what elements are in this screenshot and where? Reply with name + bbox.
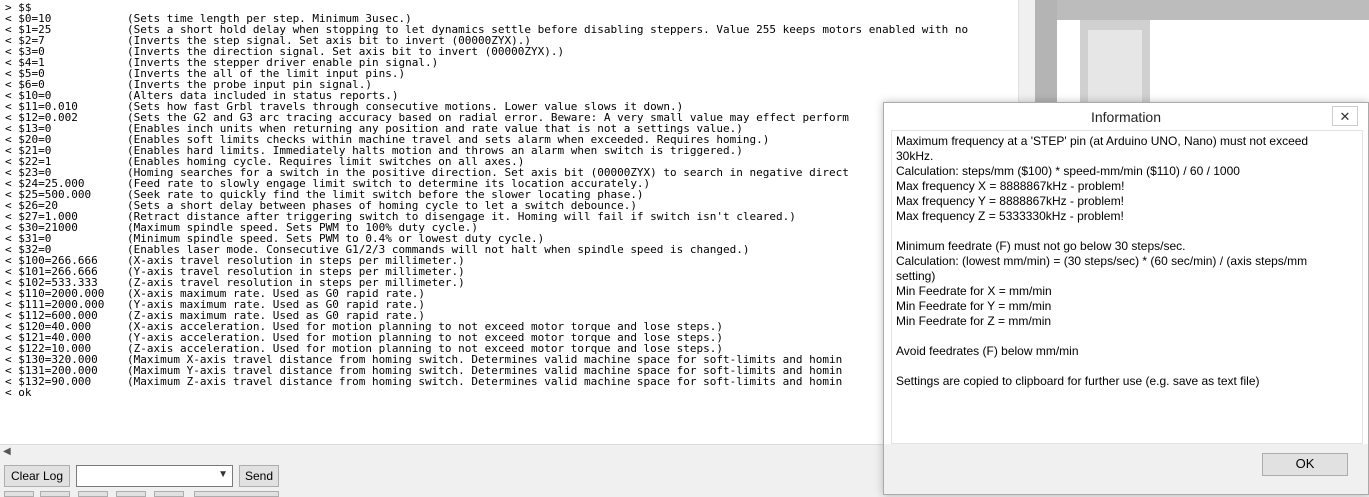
console-line: < $132=90.000 (Maximum Z-axis travel dist… [5,376,968,387]
command-bar: Clear Log ▼ Send [0,458,1035,497]
dialog-line: Max frequency Z = 5333330kHz - problem! [896,209,1124,223]
dialog-title: Information [1090,109,1162,125]
console-log[interactable]: > $$ < $0=10 (Sets time length per step. M… [0,0,1019,444]
information-dialog: Information ✕ Maximum frequency at a 'ST… [883,102,1369,495]
preview-panel [1080,20,1150,104]
dialog-line: Min Feedrate for Y = mm/min [896,299,1052,313]
console-line: < ok [5,387,968,398]
jog-button[interactable] [40,491,70,497]
dialog-line: Max frequency X = 8888867kHz - problem! [896,179,1125,193]
send-button[interactable]: Send [239,465,279,487]
clear-log-button[interactable]: Clear Log [4,465,70,487]
dialog-footer: OK [884,444,1368,494]
preview-header [1057,0,1369,20]
console-lines: > $$ < $0=10 (Sets time length per step. M… [5,2,968,398]
dialog-line: Settings are copied to clipboard for fur… [896,374,1260,388]
preview-panel-inner [1088,30,1142,104]
dialog-message: Maximum frequency at a 'STEP' pin (at Ar… [896,134,1336,389]
dialog-line: Min Feedrate for X = mm/min [896,284,1052,298]
dialog-line: Minimum feedrate (F) must not go below 3… [896,239,1186,253]
dialog-line: Min Feedrate for Z = mm/min [896,314,1052,328]
dialog-line: Max frequency Y = 8888867kHz - problem! [896,194,1125,208]
dialog-line: Avoid feedrates (F) below mm/min [896,344,1079,358]
dialog-line: Maximum frequency at a 'STEP' pin (at Ar… [896,134,1309,163]
jog-button[interactable] [4,491,34,497]
jog-button[interactable] [116,491,146,497]
ok-button[interactable]: OK [1262,453,1348,476]
jog-button[interactable] [154,491,184,497]
console-description: (Maximum Z-axis travel distance from hom… [127,375,843,388]
scroll-left-arrow-icon[interactable]: ◀ [3,445,11,459]
close-icon[interactable]: ✕ [1332,106,1358,126]
chevron-down-icon[interactable]: ▼ [218,469,228,480]
command-combobox[interactable]: ▼ [76,465,233,487]
visualizer-preview [1035,0,1369,104]
jog-button[interactable] [78,491,108,497]
dialog-line: Calculation: steps/mm ($100) * speed-mm/… [896,164,1240,178]
dialog-line: Calculation: (lowest mm/min) = (30 steps… [896,254,1308,283]
reset-button[interactable] [194,491,279,497]
console-horizontal-scrollbar[interactable]: ◀ [0,444,1018,459]
preview-edge [1035,0,1057,104]
console-setting: < ok [5,386,32,399]
